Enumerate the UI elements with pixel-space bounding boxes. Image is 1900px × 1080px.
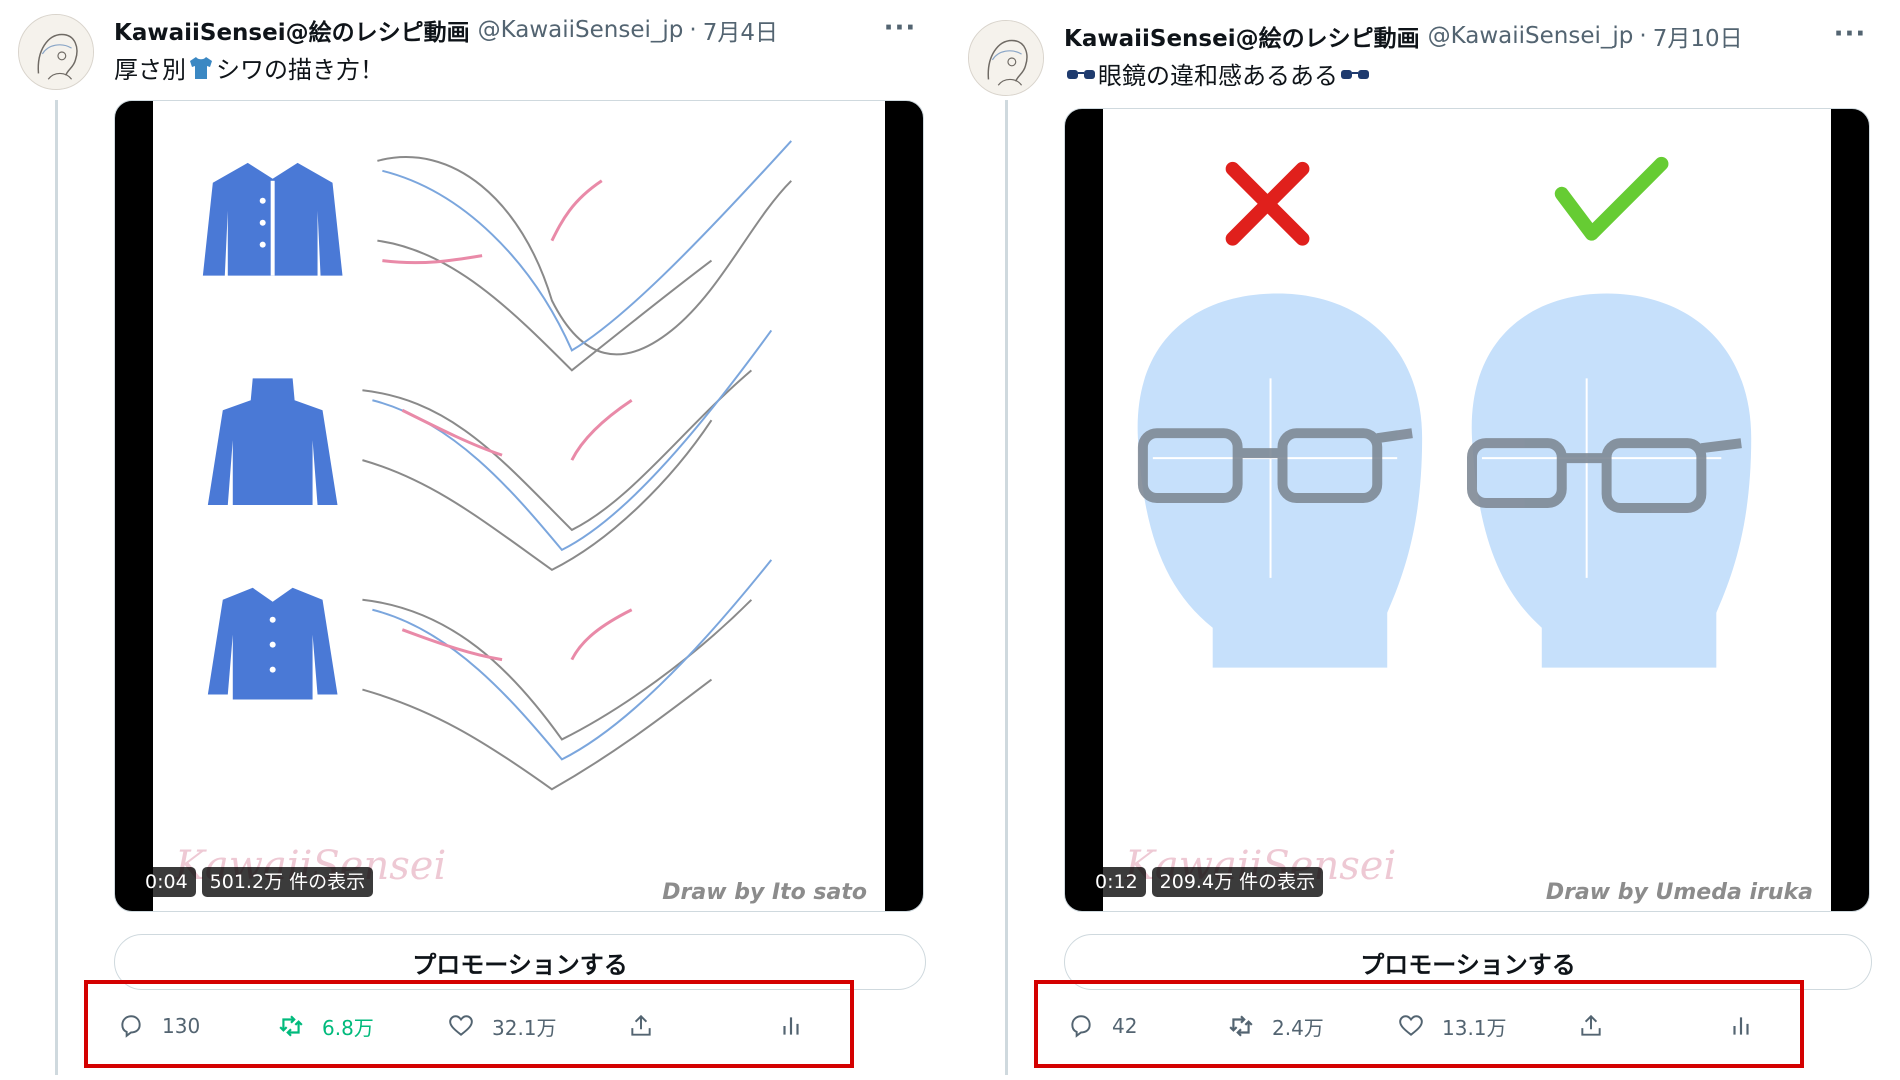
thread-line	[1005, 100, 1008, 1075]
separator-dot: ·	[1639, 23, 1647, 49]
video-badges: 0:12 209.4万 件の表示	[1087, 867, 1324, 897]
thread-line	[55, 100, 58, 1075]
head-illustration-left	[1137, 293, 1423, 668]
video-time-badge: 0:12	[1087, 867, 1146, 897]
sweater-icon	[207, 378, 338, 506]
video-views-badge: 209.4万 件の表示	[1151, 867, 1324, 897]
author-display-name[interactable]: KawaiiSensei@絵のレシピ動画	[1064, 19, 1420, 53]
video-player[interactable]: KawaiiSensei Draw by Umeda iruka 0:12 20…	[1064, 108, 1870, 912]
action-bar: 42 2.4万 13.1万	[1034, 980, 1804, 1068]
like-button[interactable]: 32.1万	[448, 1006, 557, 1046]
more-icon[interactable]: ···	[1830, 16, 1870, 52]
video-time-badge: 0:04	[137, 867, 196, 897]
tweet-text: 厚さ別 シワの描き方！	[114, 50, 860, 85]
retweet-count: 6.8万	[322, 1015, 374, 1040]
author-handle[interactable]: @KawaiiSensei_jp	[1428, 23, 1634, 49]
like-count: 13.1万	[1442, 1015, 1507, 1040]
video-frame	[1103, 109, 1831, 911]
share-button[interactable]	[628, 1006, 672, 1046]
tweet-date[interactable]: 7月4日	[703, 13, 778, 47]
analytics-icon	[1733, 1017, 1749, 1035]
analytics-button[interactable]	[778, 1006, 822, 1046]
like-button[interactable]: 13.1万	[1398, 1006, 1507, 1046]
avatar[interactable]	[18, 14, 94, 90]
video-badges: 0:04 501.2万 件の表示	[137, 867, 374, 897]
reply-icon	[1071, 1015, 1091, 1038]
tweet-text: 眼鏡の違和感あるある	[1064, 56, 1810, 91]
action-bar: 130 6.8万 32.1万	[84, 980, 854, 1068]
tweet-text-part: 厚さ別	[114, 56, 186, 84]
shirt-icon	[207, 587, 338, 700]
more-icon[interactable]: ···	[880, 10, 920, 46]
avatar[interactable]	[968, 20, 1044, 96]
retweet-icon	[1229, 1015, 1253, 1037]
tweet-date[interactable]: 7月10日	[1653, 19, 1743, 53]
reply-button[interactable]: 130	[118, 1006, 200, 1046]
retweet-count: 2.4万	[1272, 1015, 1324, 1040]
heart-icon	[449, 1015, 473, 1036]
heart-icon	[1399, 1015, 1423, 1036]
share-button[interactable]	[1578, 1006, 1622, 1046]
author-handle[interactable]: @KawaiiSensei_jp	[478, 17, 684, 43]
retweet-icon	[279, 1015, 303, 1037]
glasses-emoji-icon	[1067, 69, 1095, 79]
tweet-card[interactable]: KawaiiSensei@絵のレシピ動画 @KawaiiSensei_jp · …	[0, 0, 926, 1080]
reply-count: 42	[1112, 1014, 1138, 1038]
tweet-text-part: 眼鏡の違和感あるある	[1098, 62, 1338, 90]
cross-mark-icon	[1225, 161, 1310, 246]
head-illustration-right	[1467, 293, 1752, 668]
tweet-card[interactable]: KawaiiSensei@絵のレシピ動画 @KawaiiSensei_jp · …	[950, 0, 1872, 1080]
retweet-button[interactable]: 6.8万	[278, 1006, 374, 1046]
reply-icon	[121, 1015, 141, 1038]
reply-count: 130	[162, 1014, 201, 1038]
artist-credit: Draw by Umeda iruka	[1545, 880, 1813, 905]
analytics-icon	[783, 1017, 799, 1035]
artist-credit: Draw by Ito sato	[662, 880, 867, 905]
video-views-badge: 501.2万 件の表示	[201, 867, 374, 897]
like-count: 32.1万	[492, 1015, 557, 1040]
author-display-name[interactable]: KawaiiSensei@絵のレシピ動画	[114, 13, 470, 47]
tshirt-emoji-icon	[190, 56, 212, 79]
tweet-text-part: シワの描き方！	[216, 56, 384, 84]
share-icon	[1581, 1014, 1601, 1036]
glasses-emoji-icon	[1341, 69, 1369, 79]
check-mark-icon	[1554, 156, 1669, 241]
retweet-button[interactable]: 2.4万	[1228, 1006, 1324, 1046]
analytics-button[interactable]	[1728, 1006, 1772, 1046]
video-player[interactable]: KawaiiSensei Draw by Ito sato 0:04 501.2…	[114, 100, 924, 912]
varsity-jacket-icon	[202, 162, 343, 276]
video-frame	[153, 101, 885, 911]
share-icon	[631, 1014, 651, 1036]
separator-dot: ·	[689, 17, 697, 43]
reply-button[interactable]: 42	[1068, 1006, 1137, 1046]
